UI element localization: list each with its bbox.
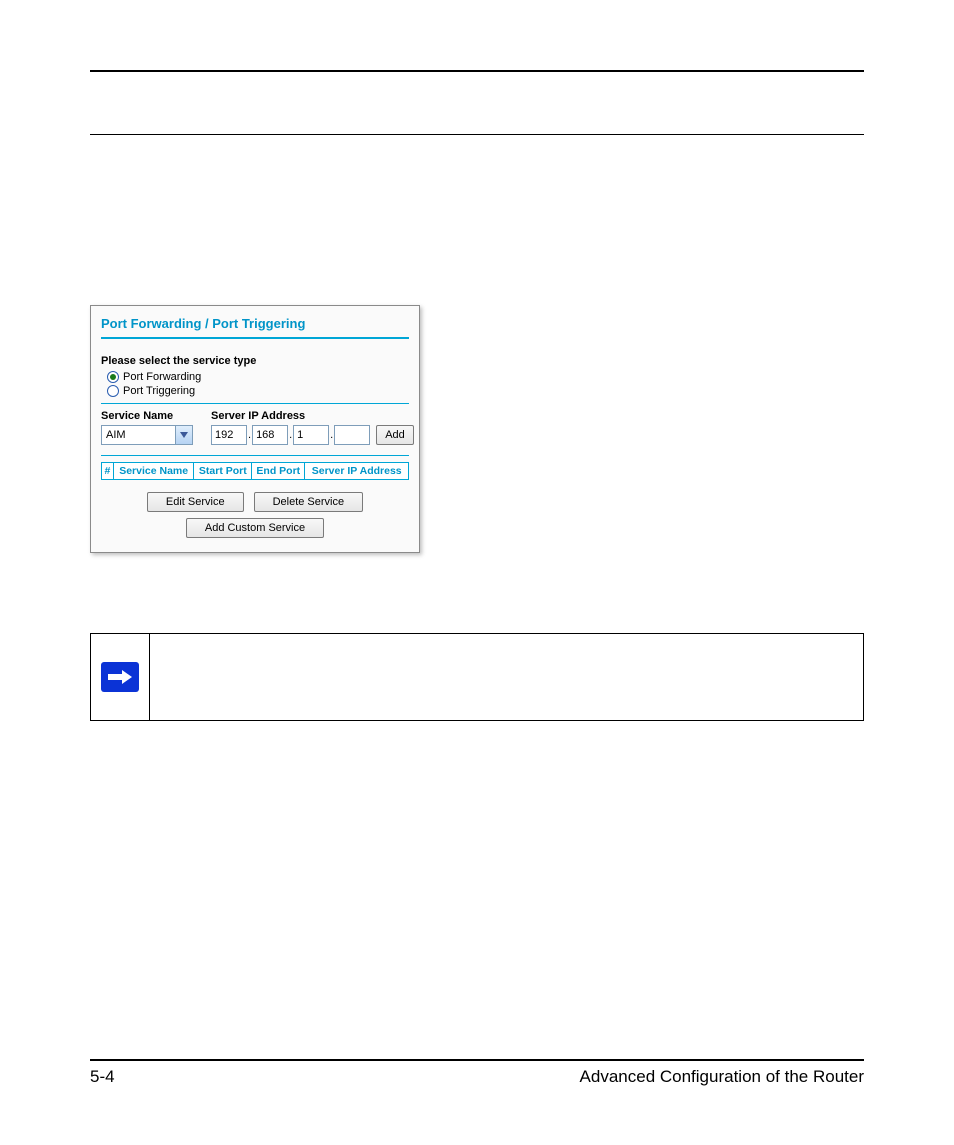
- col-server-ip: Server IP Address: [305, 463, 409, 480]
- col-end-port: End Port: [252, 463, 305, 480]
- radio-icon: [107, 385, 119, 397]
- ip-octet-2[interactable]: 168: [252, 425, 288, 445]
- page-number: 5-4: [90, 1067, 115, 1087]
- add-button[interactable]: Add: [376, 425, 414, 445]
- col-start-port: Start Port: [194, 463, 252, 480]
- service-name-label: Service Name: [101, 410, 193, 422]
- col-hash: #: [102, 463, 114, 480]
- chevron-down-icon: [175, 426, 192, 444]
- note-body: [150, 634, 863, 720]
- page-footer: 5-4 Advanced Configuration of the Router: [90, 1059, 864, 1087]
- delete-service-button[interactable]: Delete Service: [254, 492, 364, 512]
- panel-title: Port Forwarding / Port Triggering: [101, 316, 409, 331]
- radio-label: Port Triggering: [123, 385, 195, 397]
- section-title: Advanced Configuration of the Router: [580, 1067, 864, 1087]
- panel-separator-2: [101, 403, 409, 404]
- top-rule-1: [90, 70, 864, 72]
- panel-separator-3: [101, 455, 409, 456]
- radio-icon: [107, 371, 119, 383]
- service-type-label: Please select the service type: [101, 355, 409, 367]
- service-name-select[interactable]: AIM: [101, 425, 193, 445]
- radio-port-forwarding[interactable]: Port Forwarding: [107, 371, 409, 383]
- edit-service-button[interactable]: Edit Service: [147, 492, 244, 512]
- add-custom-service-button[interactable]: Add Custom Service: [186, 518, 324, 538]
- note-box: [90, 633, 864, 721]
- service-name-value: AIM: [106, 429, 126, 441]
- table-row: # Service Name Start Port End Port Serve…: [102, 463, 409, 480]
- top-rule-2: [90, 134, 864, 135]
- arrow-right-icon: [101, 662, 139, 692]
- server-ip-label: Server IP Address: [211, 410, 414, 422]
- ip-octet-4[interactable]: [334, 425, 370, 445]
- port-forwarding-panel: Port Forwarding / Port Triggering Please…: [90, 305, 420, 553]
- panel-separator-1: [101, 337, 409, 339]
- col-service-name: Service Name: [113, 463, 194, 480]
- footer-rule: [90, 1059, 864, 1061]
- radio-port-triggering[interactable]: Port Triggering: [107, 385, 409, 397]
- note-icon-cell: [91, 634, 150, 720]
- ip-octet-1[interactable]: 192: [211, 425, 247, 445]
- services-table: # Service Name Start Port End Port Serve…: [101, 462, 409, 480]
- ip-octet-3[interactable]: 1: [293, 425, 329, 445]
- radio-label: Port Forwarding: [123, 371, 201, 383]
